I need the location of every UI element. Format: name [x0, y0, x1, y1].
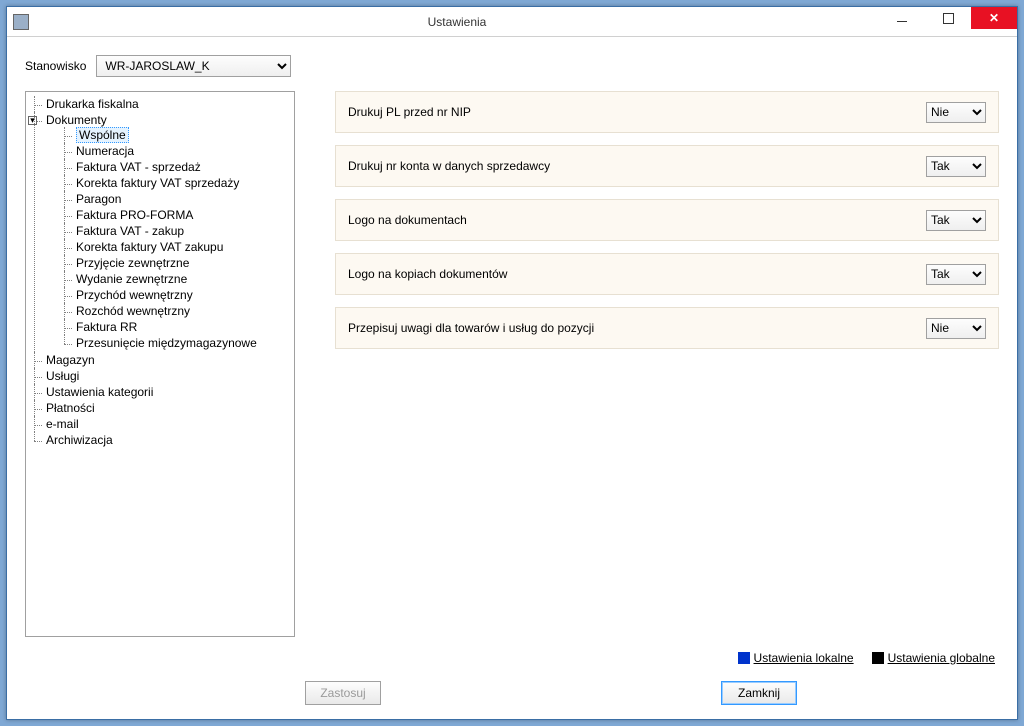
swatch-black-icon [872, 652, 884, 664]
tree-item-label: Usługi [46, 369, 79, 383]
tree-item-label: Przesunięcie międzymagazynowe [76, 336, 257, 350]
setting-label: Drukuj PL przed nr NIP [348, 105, 471, 119]
app-icon [13, 14, 29, 30]
tree-item-label: Wspólne [76, 127, 129, 143]
tree-item-label: Archiwizacja [46, 433, 113, 447]
window-controls [879, 7, 1017, 36]
category-tree[interactable]: Drukarka fiskalna▾DokumentyWspólneNumera… [25, 91, 295, 637]
workstation-row: Stanowisko WR-JAROSLAW_K [25, 55, 999, 77]
legend-global-link[interactable]: Ustawienia globalne [888, 651, 995, 665]
tree-item[interactable]: Usługi [34, 368, 292, 384]
setting-row: Drukuj PL przed nr NIP TakNie [335, 91, 999, 133]
tree-item[interactable]: Płatności [34, 400, 292, 416]
tree-item[interactable]: Przyjęcie zewnętrzne [64, 255, 292, 271]
tree-item[interactable]: Numeracja [64, 143, 292, 159]
tree-item-label: Rozchód wewnętrzny [76, 304, 190, 318]
tree-item-label: e-mail [46, 417, 79, 431]
tree-item-label: Faktura VAT - zakup [76, 224, 184, 238]
setting-select[interactable]: TakNie [926, 318, 986, 339]
tree-item[interactable]: Faktura VAT - sprzedaż [64, 159, 292, 175]
tree-item-label: Faktura PRO-FORMA [76, 208, 193, 222]
setting-label: Drukuj nr konta w danych sprzedawcy [348, 159, 550, 173]
dialog-buttons: Zastosuj Zamknij [25, 675, 999, 709]
legend-global: Ustawienia globalne [872, 651, 995, 665]
tree-toggle-icon[interactable]: ▾ [28, 116, 37, 125]
tree-item-label: Wydanie zewnętrzne [76, 272, 187, 286]
tree-item[interactable]: Archiwizacja [34, 432, 292, 448]
tree-item-label: Dokumenty [46, 113, 107, 127]
tree-item-label: Paragon [76, 192, 121, 206]
tree-item[interactable]: Magazyn [34, 352, 292, 368]
tree-item[interactable]: Korekta faktury VAT sprzedaży [64, 175, 292, 191]
legend-local: Ustawienia lokalne [738, 651, 854, 665]
tree-item-label: Ustawienia kategorii [46, 385, 153, 399]
setting-row: Logo na dokumentach TakNie [335, 199, 999, 241]
tree-item[interactable]: Faktura RR [64, 319, 292, 335]
tree-item-label: Płatności [46, 401, 95, 415]
setting-select[interactable]: TakNie [926, 264, 986, 285]
titlebar: Ustawienia [7, 7, 1017, 37]
setting-select[interactable]: TakNie [926, 156, 986, 177]
tree-item[interactable]: Rozchód wewnętrzny [64, 303, 292, 319]
tree-item[interactable]: Wydanie zewnętrzne [64, 271, 292, 287]
tree-item[interactable]: ▾DokumentyWspólneNumeracjaFaktura VAT - … [34, 112, 292, 352]
close-window-button[interactable] [971, 7, 1017, 29]
tree-item-label: Drukarka fiskalna [46, 97, 139, 111]
apply-button: Zastosuj [305, 681, 381, 705]
settings-panel: Drukuj PL przed nr NIPTakNieDrukuj nr ko… [335, 91, 999, 637]
main-columns: Drukarka fiskalna▾DokumentyWspólneNumera… [25, 91, 999, 637]
tree-item[interactable]: Korekta faktury VAT zakupu [64, 239, 292, 255]
tree-item[interactable]: Paragon [64, 191, 292, 207]
tree-item-label: Przyjęcie zewnętrzne [76, 256, 189, 270]
setting-row: Drukuj nr konta w danych sprzedawcy TakNi… [335, 145, 999, 187]
setting-label: Przepisuj uwagi dla towarów i usług do p… [348, 321, 594, 335]
settings-window: Ustawienia Stanowisko WR-JAROSLAW_K Druk… [6, 6, 1018, 720]
window-title: Ustawienia [35, 15, 879, 29]
setting-label: Logo na kopiach dokumentów [348, 267, 507, 281]
tree-item-label: Przychód wewnętrzny [76, 288, 193, 302]
legend: Ustawienia lokalne Ustawienia globalne [25, 647, 999, 665]
workstation-combo[interactable]: WR-JAROSLAW_K [96, 55, 291, 77]
tree-item[interactable]: Drukarka fiskalna [34, 96, 292, 112]
tree-item[interactable]: Przesunięcie międzymagazynowe [64, 335, 292, 351]
setting-row: Przepisuj uwagi dla towarów i usług do p… [335, 307, 999, 349]
tree-item-label: Magazyn [46, 353, 95, 367]
tree-item[interactable]: Wspólne [64, 127, 292, 143]
tree-item[interactable]: e-mail [34, 416, 292, 432]
tree-item[interactable]: Ustawienia kategorii [34, 384, 292, 400]
tree-item-label: Faktura RR [76, 320, 137, 334]
maximize-button[interactable] [925, 7, 971, 29]
setting-label: Logo na dokumentach [348, 213, 467, 227]
tree-item-label: Korekta faktury VAT sprzedaży [76, 176, 239, 190]
setting-select[interactable]: TakNie [926, 102, 986, 123]
workstation-label: Stanowisko [25, 59, 86, 73]
swatch-blue-icon [738, 652, 750, 664]
tree-item-label: Numeracja [76, 144, 134, 158]
setting-row: Logo na kopiach dokumentów TakNie [335, 253, 999, 295]
close-button[interactable]: Zamknij [721, 681, 797, 705]
tree-item[interactable]: Faktura PRO-FORMA [64, 207, 292, 223]
legend-local-link[interactable]: Ustawienia lokalne [754, 651, 854, 665]
tree-item-label: Korekta faktury VAT zakupu [76, 240, 223, 254]
minimize-button[interactable] [879, 7, 925, 29]
client-area: Stanowisko WR-JAROSLAW_K Drukarka fiskal… [7, 37, 1017, 719]
tree-item[interactable]: Przychód wewnętrzny [64, 287, 292, 303]
tree-item-label: Faktura VAT - sprzedaż [76, 160, 201, 174]
setting-select[interactable]: TakNie [926, 210, 986, 231]
tree-item[interactable]: Faktura VAT - zakup [64, 223, 292, 239]
